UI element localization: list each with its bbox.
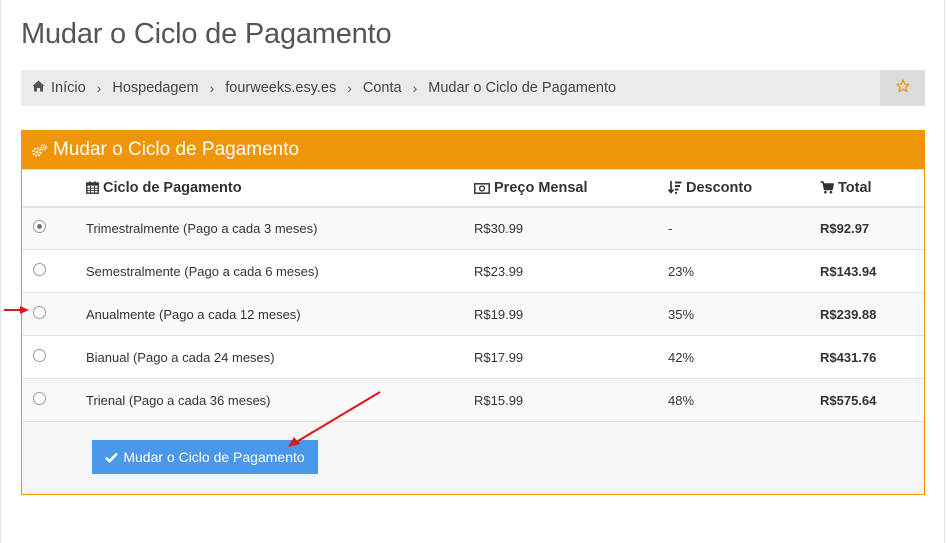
breadcrumb-domain[interactable]: fourweeks.esy.es [225,80,336,96]
price-cell: R$17.99 [474,335,668,379]
sort-amount-desc-icon [668,180,682,194]
price-cell: R$23.99 [474,249,668,293]
header-price-label: Preço Mensal [494,179,588,196]
price-cell: R$30.99 [474,206,668,250]
total-cell: R$143.94 [820,249,924,293]
table-header-row: Ciclo de Pagamento Preço Mensal Desconto… [22,169,924,208]
panel-heading: Mudar o Ciclo de Pagamento [22,131,924,169]
discount-cell: - [668,206,820,250]
total-cell: R$431.76 [820,335,924,379]
home-icon [32,80,45,96]
cycle-radio-triennial[interactable] [33,391,46,405]
discount-cell: 35% [668,292,820,336]
header-select [22,169,86,208]
header-total: Total [820,169,924,208]
breadcrumb-bar: Início › Hospedagem › fourweeks.esy.es ›… [21,70,925,106]
breadcrumb-separator: › [96,80,102,96]
cycle-radio-quarterly[interactable] [33,219,46,233]
total-cell: R$92.97 [820,206,924,250]
page-left-border [0,0,1,543]
submit-label: Mudar o Ciclo de Pagamento [123,449,305,465]
cycle-radio-annual[interactable] [33,305,46,319]
calendar-icon [86,181,99,194]
billing-cycle-panel: Mudar o Ciclo de Pagamento Ciclo de Paga… [21,130,925,495]
favorite-button[interactable] [880,70,925,106]
table-row[interactable]: Trimestralmente (Pago a cada 3 meses) R$… [22,206,924,250]
breadcrumb-home[interactable]: Início [51,80,86,96]
page-right-border [944,0,945,543]
discount-cell: 48% [668,378,820,422]
table-row[interactable]: Semestralmente (Pago a cada 6 meses) R$2… [22,249,924,293]
header-total-label: Total [838,179,872,196]
price-cell: R$19.99 [474,292,668,336]
table-row[interactable]: Trienal (Pago a cada 36 meses) R$15.99 4… [22,378,924,422]
price-cell: R$15.99 [474,378,668,422]
table-row[interactable]: Bianual (Pago a cada 24 meses) R$17.99 4… [22,335,924,379]
breadcrumb-separator: › [209,80,215,96]
cart-icon [820,180,834,194]
cycle-cell: Trienal (Pago a cada 36 meses) [86,378,474,422]
cycle-radio-semiannual[interactable] [33,262,46,276]
table-row[interactable]: Anualmente (Pago a cada 12 meses) R$19.9… [22,292,924,336]
check-icon [105,452,119,463]
header-discount: Desconto [668,169,820,208]
breadcrumb-account[interactable]: Conta [363,80,402,96]
breadcrumb-separator: › [412,80,418,96]
header-cycle-label: Ciclo de Pagamento [103,179,242,196]
header-discount-label: Desconto [686,179,753,196]
gears-icon [32,143,47,157]
breadcrumb: Início › Hospedagem › fourweeks.esy.es ›… [32,70,616,106]
row-select-cell [22,335,86,379]
header-price: Preço Mensal [474,169,668,208]
header-cycle: Ciclo de Pagamento [86,169,474,208]
panel-title: Mudar o Ciclo de Pagamento [53,139,300,160]
discount-cell: 23% [668,249,820,293]
billing-cycle-table: Ciclo de Pagamento Preço Mensal Desconto… [22,169,924,422]
row-select-cell [22,292,86,336]
cycle-cell: Bianual (Pago a cada 24 meses) [86,335,474,379]
star-icon [895,78,910,98]
discount-cell: 42% [668,335,820,379]
cycle-cell: Anualmente (Pago a cada 12 meses) [86,292,474,336]
breadcrumb-current: Mudar o Ciclo de Pagamento [428,80,617,96]
breadcrumb-separator: › [347,80,352,96]
cycle-cell: Semestralmente (Pago a cada 6 meses) [86,249,474,293]
total-cell: R$239.88 [820,292,924,336]
page-title: Mudar o Ciclo de Pagamento [21,18,392,50]
change-billing-cycle-button[interactable]: Mudar o Ciclo de Pagamento [92,440,318,474]
row-select-cell [22,378,86,422]
row-select-cell [22,206,86,250]
cycle-radio-biennial[interactable] [33,348,46,362]
total-cell: R$575.64 [820,378,924,422]
cycle-cell: Trimestralmente (Pago a cada 3 meses) [86,206,474,250]
money-icon [474,182,490,194]
row-select-cell [22,249,86,293]
breadcrumb-hosting[interactable]: Hospedagem [112,80,198,96]
